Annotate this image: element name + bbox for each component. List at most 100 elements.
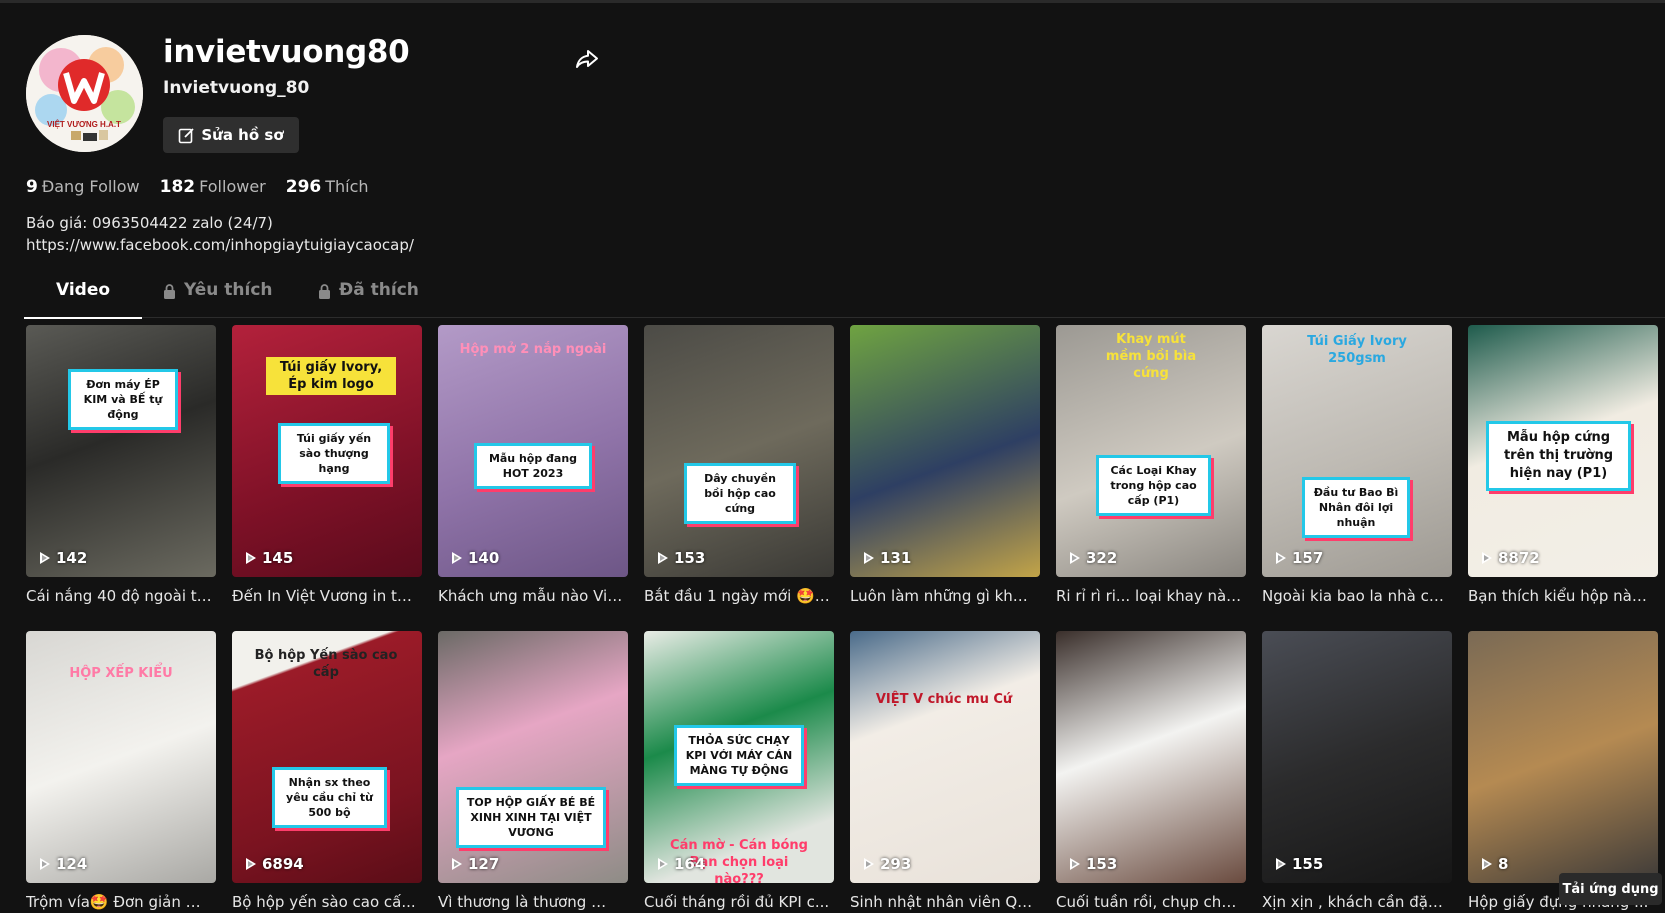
video-caption[interactable]: Cuối tuần rồi, chụp chẹ... — [1056, 893, 1242, 911]
video-caption[interactable]: Bạn thích kiểu hộp nào ... — [1468, 587, 1654, 605]
play-icon — [658, 552, 668, 564]
video-thumbnail[interactable]: 8 — [1468, 631, 1658, 883]
video-thumbnail[interactable]: Khay mút mềm bồi bìa cứng Các Loại Khay t… — [1056, 325, 1246, 577]
video-thumbnail[interactable]: Mẫu hộp cứng trên thị trường hiện nay (P… — [1468, 325, 1658, 577]
thumbnail-banner-text: Bộ hộp Yến sào cao cấp — [254, 648, 398, 680]
view-count: 140 — [452, 549, 499, 567]
svg-text:VIỆT VƯƠNG H.A.T: VIỆT VƯƠNG H.A.T — [47, 120, 121, 129]
video-thumbnail[interactable]: Hộp mở 2 nắp ngoài Mẫu hộp đang HOT 2023 1… — [438, 325, 628, 577]
video-caption[interactable]: Cuối tháng rồi đủ KPI c... — [644, 893, 830, 911]
view-count: 153 — [658, 549, 705, 567]
video-caption[interactable]: Ri rỉ rì ri... loại khay nào... — [1056, 587, 1242, 605]
avatar[interactable]: VIỆT VƯƠNG H.A.T — [26, 35, 143, 152]
bio-link[interactable]: https://www.facebook.com/inhopgiaytuigia… — [26, 234, 414, 256]
video-card[interactable]: HỘP XẾP KIỂU 124 Trộm vía🤩 Đơn giản m... — [26, 631, 216, 911]
thumbnail-overlay-text: Mẫu hộp đang HOT 2023 — [474, 443, 592, 489]
play-icon — [658, 858, 668, 870]
video-caption[interactable]: Sinh nhật nhân viên Qu... — [850, 893, 1036, 911]
video-thumbnail[interactable]: TOP HỘP GIẤY BÉ BÉ XINH XINH TẠI VIỆT VƯ… — [438, 631, 628, 883]
video-card[interactable]: 8Hộp giấy đựng nnang ... — [1468, 631, 1658, 911]
avatar-logo-icon: VIỆT VƯƠNG H.A.T — [26, 35, 143, 152]
thumbnail-overlay-text: THỎA SỨC CHẠY KPI VỚI MÁY CÁN MÀNG TỰ ĐỘ… — [674, 725, 804, 786]
video-card[interactable]: Bộ hộp Yến sào cao cấp Nhận sx theo yêu c… — [232, 631, 422, 911]
video-card[interactable]: Túi Giấy Ivory 250gsm Đầu tư Bao Bì Nhân … — [1262, 325, 1452, 605]
share-icon[interactable] — [574, 46, 600, 72]
video-card[interactable]: 155 Xịn xịn , khách cần đặt i... — [1262, 631, 1452, 911]
video-card[interactable]: 153 Cuối tuần rồi, chụp chẹ... — [1056, 631, 1246, 911]
view-count: 145 — [246, 549, 293, 567]
stat-likes: 296 Thích — [285, 177, 369, 197]
stat-following[interactable]: 9 Đang Follow — [26, 177, 140, 197]
profile-stats: 9 Đang Follow 182 Follower 296 Thích — [26, 177, 369, 197]
view-count: 153 — [1070, 855, 1117, 873]
video-card[interactable]: VIỆT V chúc mu Cứ 293 Sinh nhật nhân viên … — [850, 631, 1040, 911]
video-caption[interactable]: Khách ưng mẫu nào Việ... — [438, 587, 624, 605]
video-caption[interactable]: Trộm vía🤩 Đơn giản m... — [26, 893, 212, 911]
video-caption[interactable]: Ngoài kia bao la nhà cu... — [1262, 587, 1448, 605]
view-count: 8 — [1482, 855, 1508, 873]
video-thumbnail[interactable]: Túi Giấy Ivory 250gsm Đầu tư Bao Bì Nhân … — [1262, 325, 1452, 577]
video-thumbnail[interactable]: 131 — [850, 325, 1040, 577]
tab-favorites[interactable]: Yêu thích — [163, 280, 273, 318]
thumbnail-overlay-text: Các Loại Khay trong hộp cao cấp (P1) — [1096, 455, 1211, 516]
video-caption[interactable]: Vì thương là thương ❤️ ... — [438, 893, 624, 911]
video-card[interactable]: Mẫu hộp cứng trên thị trường hiện nay (P… — [1468, 325, 1658, 605]
video-thumbnail[interactable]: 155 — [1262, 631, 1452, 883]
edit-profile-button[interactable]: Sửa hồ sơ — [163, 117, 299, 153]
view-count: 124 — [40, 855, 87, 873]
video-card[interactable]: Túi giấy Ivory, Ép kim logo Túi giấy yến … — [232, 325, 422, 605]
view-count: 142 — [40, 549, 87, 567]
video-caption[interactable]: Bộ hộp yến sào cao cấ... — [232, 893, 418, 911]
view-count: 127 — [452, 855, 499, 873]
video-card[interactable]: Hộp mở 2 nắp ngoài Mẫu hộp đang HOT 2023 1… — [438, 325, 628, 605]
thumbnail-overlay-text: Đơn máy ÉP KIM và BẾ tự động — [68, 369, 178, 430]
play-icon — [452, 552, 462, 564]
video-thumbnail[interactable]: Đơn máy ÉP KIM và BẾ tự động 142 — [26, 325, 216, 577]
view-count: 293 — [864, 855, 911, 873]
lock-icon — [319, 284, 330, 299]
video-thumbnail[interactable]: HỘP XẾP KIỂU 124 — [26, 631, 216, 883]
video-caption[interactable]: Bắt đầu 1 ngày mới 🤩 ... — [644, 587, 830, 605]
video-thumbnail[interactable]: 153 — [1056, 631, 1246, 883]
bio-line: Báo giá: 0963504422 zalo (24/7) — [26, 214, 273, 232]
get-app-button[interactable]: Tải ứng dụng — [1559, 873, 1662, 905]
play-icon — [864, 858, 874, 870]
video-card[interactable]: Đơn máy ÉP KIM và BẾ tự động 142 Cái nắng … — [26, 325, 216, 605]
play-icon — [40, 552, 50, 564]
video-caption[interactable]: Xịn xịn , khách cần đặt i... — [1262, 893, 1448, 911]
video-caption[interactable]: Đến In Việt Vương in tú... — [232, 587, 418, 605]
thumbnail-banner-text: Túi giấy Ivory, Ép kim logo — [266, 357, 396, 395]
view-count: 157 — [1276, 549, 1323, 567]
play-icon — [1070, 552, 1080, 564]
play-icon — [1482, 858, 1492, 870]
video-thumbnail[interactable]: Bộ hộp Yến sào cao cấp Nhận sx theo yêu c… — [232, 631, 422, 883]
thumbnail-banner-text: VIỆT V chúc mu Cứ — [875, 692, 1013, 707]
profile-username: invietvuong80 — [163, 34, 410, 70]
video-thumbnail[interactable]: Túi giấy Ivory, Ép kim logo Túi giấy yến … — [232, 325, 422, 577]
thumbnail-overlay-text: Dây chuyền bồi hộp cao cứng — [684, 463, 796, 524]
video-thumbnail[interactable]: Cán mờ - Cán bóng Bạn chọn loại nào??? TH… — [644, 631, 834, 883]
edit-profile-label: Sửa hồ sơ — [201, 126, 284, 144]
thumbnail-overlay-text: Đầu tư Bao Bì Nhân đôi lợi nhuận — [1302, 477, 1410, 538]
play-icon — [1482, 552, 1492, 564]
tab-liked[interactable]: Đã thích — [318, 280, 419, 318]
view-count: 155 — [1276, 855, 1323, 873]
video-card[interactable]: Cán mờ - Cán bóng Bạn chọn loại nào??? TH… — [644, 631, 834, 911]
video-card[interactable]: 131 Luôn làm những gì khá... — [850, 325, 1040, 605]
video-thumbnail[interactable]: Dây chuyền bồi hộp cao cứng 153 — [644, 325, 834, 577]
video-caption[interactable]: Cái nắng 40 độ ngoài tr... — [26, 587, 212, 605]
tab-video[interactable]: Video — [23, 280, 143, 319]
video-card[interactable]: Khay mút mềm bồi bìa cứng Các Loại Khay t… — [1056, 325, 1246, 605]
thumbnail-overlay-text: Nhận sx theo yêu cầu chỉ từ 500 bộ — [272, 767, 387, 828]
thumbnail-banner-text: HỘP XẾP KIỂU — [69, 666, 173, 681]
top-border — [0, 0, 1665, 3]
view-count: 8872 — [1482, 549, 1540, 567]
thumbnail-banner-text: Hộp mở 2 nắp ngoài — [459, 342, 607, 357]
play-icon — [246, 552, 256, 564]
video-thumbnail[interactable]: VIỆT V chúc mu Cứ 293 — [850, 631, 1040, 883]
video-card[interactable]: Dây chuyền bồi hộp cao cứng 153 Bắt đầu 1 … — [644, 325, 834, 605]
video-caption[interactable]: Luôn làm những gì khá... — [850, 587, 1036, 605]
stat-followers[interactable]: 182 Follower — [160, 177, 266, 197]
video-card[interactable]: TOP HỘP GIẤY BÉ BÉ XINH XINH TẠI VIỆT VƯ… — [438, 631, 628, 911]
thumbnail-overlay-text: Túi giấy yến sào thượng hạng — [278, 423, 390, 484]
